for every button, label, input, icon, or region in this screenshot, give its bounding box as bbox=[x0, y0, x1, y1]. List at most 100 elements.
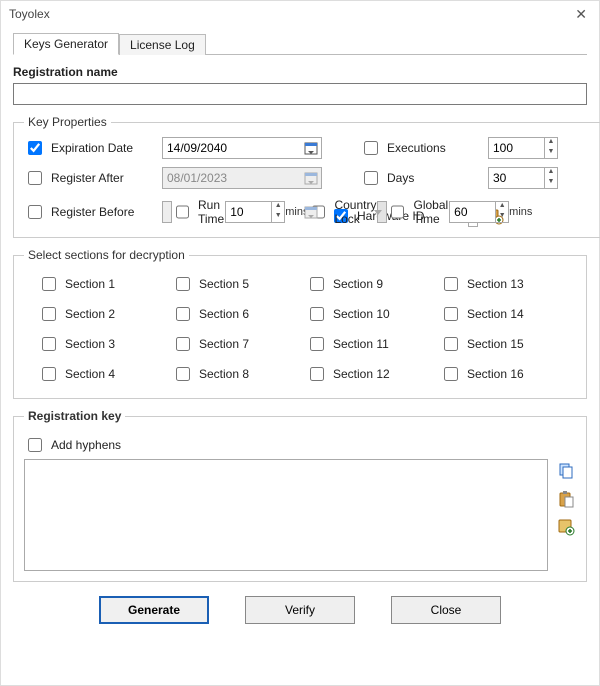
executions-check[interactable] bbox=[364, 141, 378, 155]
spin-up-icon[interactable]: ▲ bbox=[496, 202, 508, 212]
section-checkbox[interactable]: Section 16 bbox=[440, 364, 562, 384]
section-label: Section 15 bbox=[467, 337, 524, 351]
tab-keys-generator[interactable]: Keys Generator bbox=[13, 33, 119, 55]
add-hyphens-checkbox[interactable]: Add hyphens bbox=[24, 435, 576, 455]
days-input[interactable] bbox=[488, 167, 544, 189]
register-before-check[interactable] bbox=[28, 205, 42, 219]
section-check[interactable] bbox=[176, 337, 190, 351]
save-key-icon[interactable] bbox=[556, 517, 576, 537]
section-checkbox[interactable]: Section 7 bbox=[172, 334, 294, 354]
expiration-date-picker[interactable] bbox=[162, 137, 322, 159]
close-icon[interactable]: ✕ bbox=[571, 6, 591, 23]
section-checkbox[interactable]: Section 13 bbox=[440, 274, 562, 294]
generate-button[interactable]: Generate bbox=[99, 596, 209, 624]
section-check[interactable] bbox=[444, 367, 458, 381]
section-check[interactable] bbox=[444, 277, 458, 291]
tabs-strip: Keys Generator License Log bbox=[13, 31, 587, 55]
section-checkbox[interactable]: Section 6 bbox=[172, 304, 294, 324]
section-checkbox[interactable]: Section 5 bbox=[172, 274, 294, 294]
global-time-checkbox[interactable]: Global Time bbox=[387, 198, 449, 226]
section-check[interactable] bbox=[310, 337, 324, 351]
country-lock-checkbox[interactable]: Country Lock bbox=[308, 198, 377, 226]
section-label: Section 16 bbox=[467, 367, 524, 381]
run-time-unit: mins bbox=[285, 206, 308, 218]
expiration-date-input[interactable] bbox=[162, 137, 322, 159]
global-time-input[interactable] bbox=[449, 201, 495, 223]
section-check[interactable] bbox=[176, 367, 190, 381]
section-label: Section 2 bbox=[65, 307, 115, 321]
section-check[interactable] bbox=[42, 307, 56, 321]
section-checkbox[interactable]: Section 11 bbox=[306, 334, 428, 354]
section-check[interactable] bbox=[42, 367, 56, 381]
country-lock-check[interactable] bbox=[312, 205, 325, 219]
key-properties-legend: Key Properties bbox=[24, 115, 111, 129]
executions-checkbox[interactable]: Executions bbox=[360, 138, 480, 158]
expiration-date-checkbox[interactable]: Expiration Date bbox=[24, 138, 154, 158]
section-checkbox[interactable]: Section 3 bbox=[38, 334, 160, 354]
registration-name-input[interactable] bbox=[13, 83, 587, 105]
section-check[interactable] bbox=[310, 367, 324, 381]
sections-legend: Select sections for decryption bbox=[24, 248, 189, 262]
section-checkbox[interactable]: Section 2 bbox=[38, 304, 160, 324]
tab-license-log[interactable]: License Log bbox=[119, 34, 206, 55]
add-hyphens-check[interactable] bbox=[28, 438, 42, 452]
spin-down-icon[interactable]: ▼ bbox=[272, 212, 284, 222]
run-time-spinner[interactable]: ▲▼ bbox=[225, 201, 285, 223]
section-checkbox[interactable]: Section 8 bbox=[172, 364, 294, 384]
section-checkbox[interactable]: Section 1 bbox=[38, 274, 160, 294]
spin-up-icon[interactable]: ▲ bbox=[545, 138, 557, 148]
section-checkbox[interactable]: Section 15 bbox=[440, 334, 562, 354]
section-label: Section 9 bbox=[333, 277, 383, 291]
paste-icon[interactable] bbox=[556, 489, 576, 509]
section-checkbox[interactable]: Section 9 bbox=[306, 274, 428, 294]
section-checkbox[interactable]: Section 14 bbox=[440, 304, 562, 324]
copy-icon[interactable] bbox=[556, 461, 576, 481]
executions-input[interactable] bbox=[488, 137, 544, 159]
register-before-input bbox=[162, 201, 172, 223]
app-window: Toyolex ✕ Keys Generator License Log Reg… bbox=[0, 0, 600, 686]
spin-down-icon[interactable]: ▼ bbox=[496, 212, 508, 222]
section-check[interactable] bbox=[176, 277, 190, 291]
close-button[interactable]: Close bbox=[391, 596, 501, 624]
register-after-checkbox[interactable]: Register After bbox=[24, 168, 154, 188]
register-before-picker[interactable]: Run Time ▲▼ mins Country Lock bbox=[162, 198, 322, 226]
register-after-picker[interactable] bbox=[162, 167, 322, 189]
section-check[interactable] bbox=[42, 337, 56, 351]
section-check[interactable] bbox=[176, 307, 190, 321]
section-label: Section 12 bbox=[333, 367, 390, 381]
executions-spinner[interactable]: ▲▼ bbox=[488, 137, 558, 159]
section-label: Section 7 bbox=[199, 337, 249, 351]
run-time-input[interactable] bbox=[225, 201, 271, 223]
section-checkbox[interactable]: Section 10 bbox=[306, 304, 428, 324]
global-time-unit: mins bbox=[509, 206, 532, 218]
section-checkbox[interactable]: Section 12 bbox=[306, 364, 428, 384]
register-before-checkbox[interactable]: Register Before bbox=[24, 202, 154, 222]
global-time-check[interactable] bbox=[391, 205, 404, 219]
section-label: Section 8 bbox=[199, 367, 249, 381]
spin-up-icon[interactable]: ▲ bbox=[272, 202, 284, 212]
spin-down-icon[interactable]: ▼ bbox=[545, 178, 557, 188]
register-after-check[interactable] bbox=[28, 171, 42, 185]
section-check[interactable] bbox=[42, 277, 56, 291]
section-check[interactable] bbox=[444, 307, 458, 321]
section-check[interactable] bbox=[310, 307, 324, 321]
global-time-spinner[interactable]: ▲▼ bbox=[449, 201, 509, 223]
spin-down-icon[interactable]: ▼ bbox=[545, 148, 557, 158]
verify-button[interactable]: Verify bbox=[245, 596, 355, 624]
section-label: Section 4 bbox=[65, 367, 115, 381]
country-lock-combo[interactable] bbox=[377, 201, 387, 223]
registration-key-group: Registration key Add hyphens bbox=[13, 409, 587, 582]
section-checkbox[interactable]: Section 4 bbox=[38, 364, 160, 384]
registration-key-legend: Registration key bbox=[24, 409, 125, 423]
expiration-date-check[interactable] bbox=[28, 141, 42, 155]
run-time-check[interactable] bbox=[176, 205, 189, 219]
run-time-checkbox[interactable]: Run Time bbox=[172, 198, 225, 226]
section-check[interactable] bbox=[444, 337, 458, 351]
registration-key-textarea[interactable] bbox=[24, 459, 548, 571]
days-spinner[interactable]: ▲▼ bbox=[488, 167, 558, 189]
spin-up-icon[interactable]: ▲ bbox=[545, 168, 557, 178]
days-check[interactable] bbox=[364, 171, 378, 185]
days-checkbox[interactable]: Days bbox=[360, 168, 480, 188]
section-check[interactable] bbox=[310, 277, 324, 291]
window-title: Toyolex bbox=[9, 7, 50, 21]
